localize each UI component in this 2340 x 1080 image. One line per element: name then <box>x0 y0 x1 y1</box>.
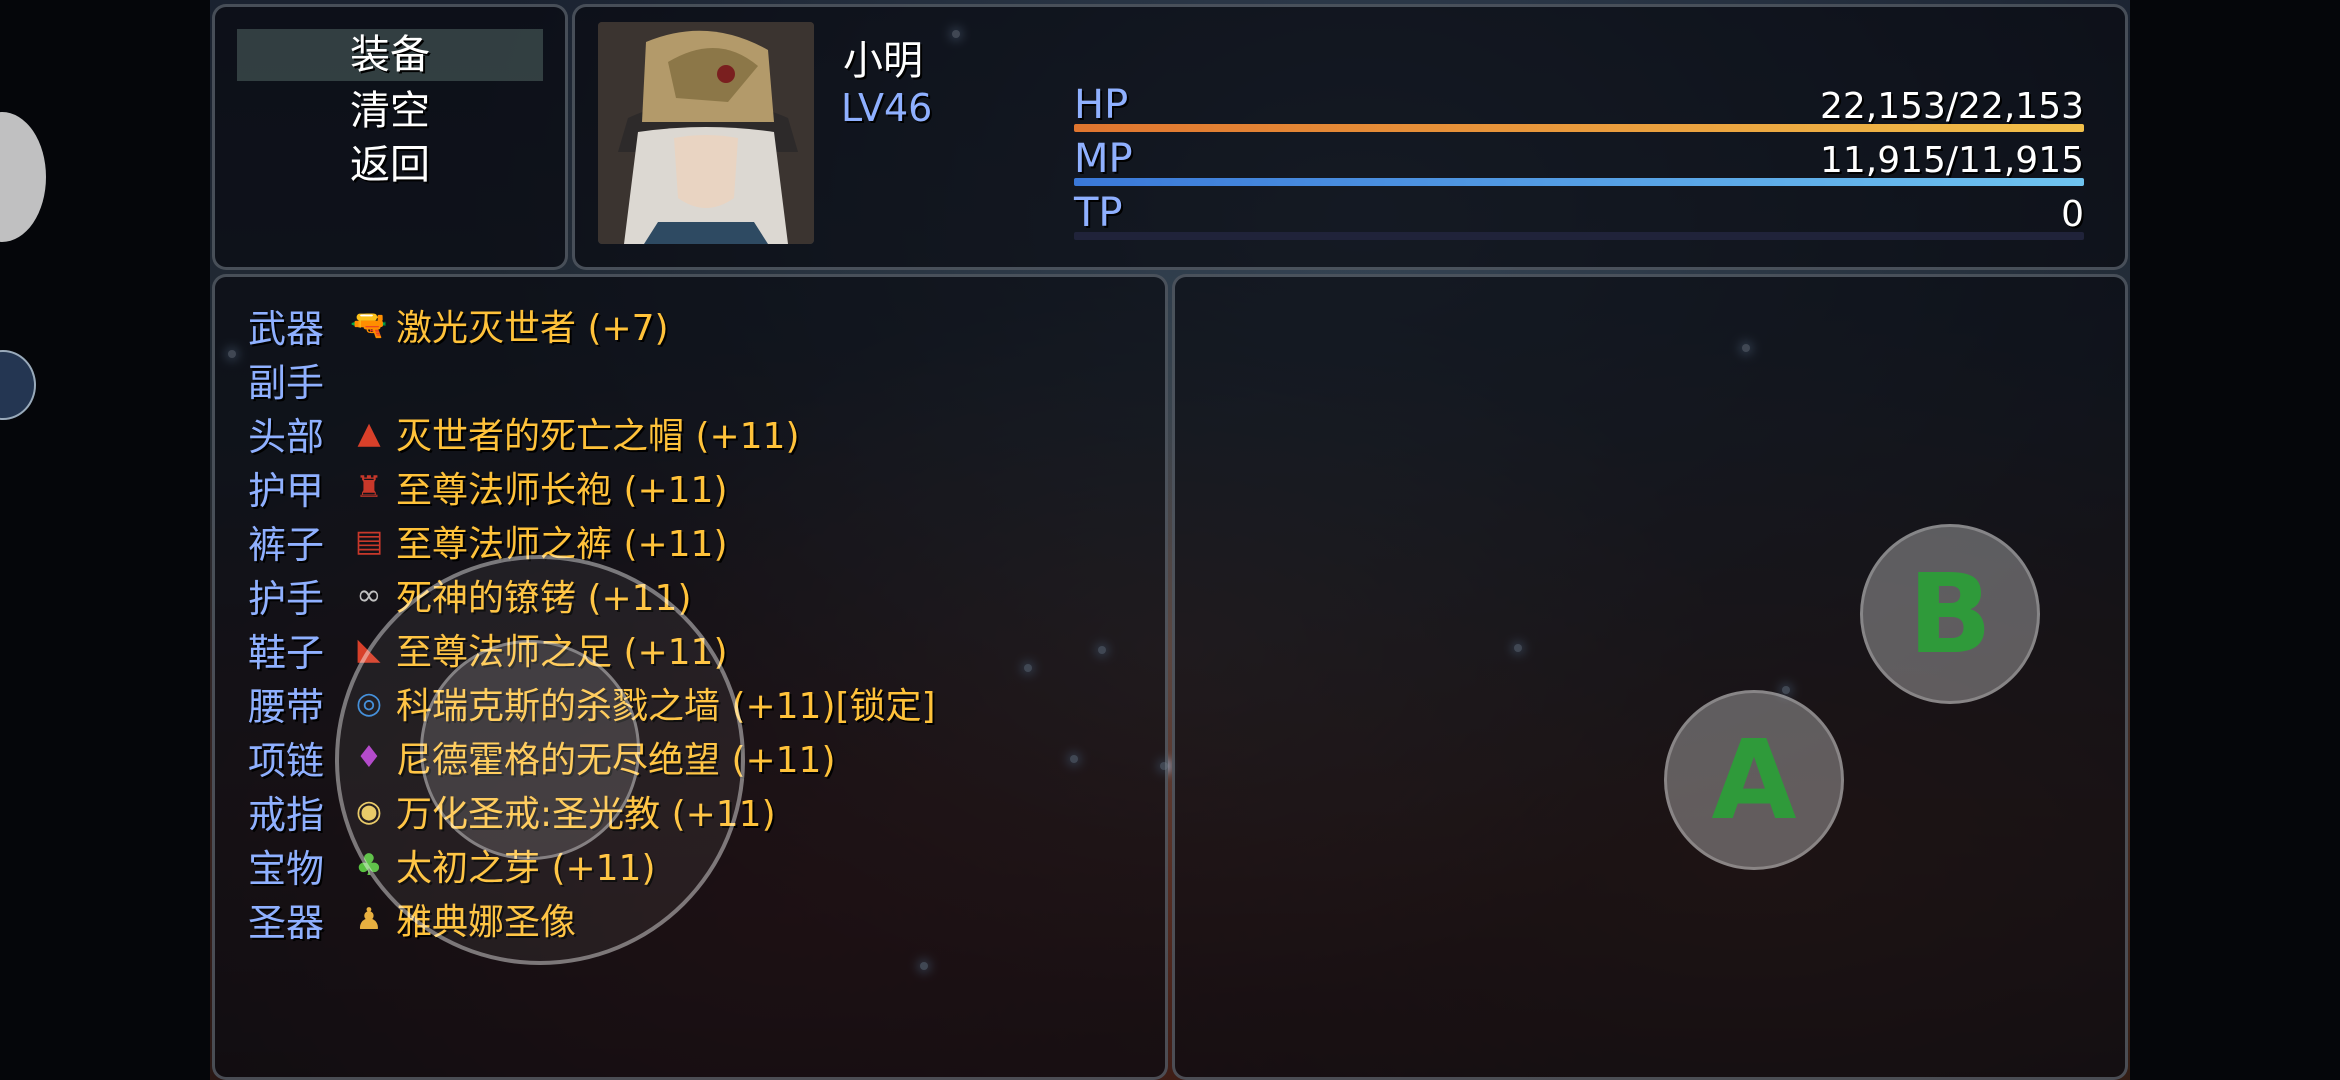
equip-slot-row[interactable]: 裤子 ▤ 至尊法师之裤 (+11) <box>248 514 728 568</box>
equip-slot-row[interactable]: 副手 <box>248 352 396 406</box>
tp-label: TP <box>1074 190 1123 236</box>
b-button[interactable]: B <box>1860 524 2040 704</box>
portrait-art <box>598 22 814 244</box>
red-hat-icon: ▲ <box>357 415 381 451</box>
equip-slot-label: 腰带 <box>248 684 325 729</box>
equip-slot-row[interactable]: 武器 🔫 激光灭世者 (+7) <box>248 298 669 352</box>
mp-gauge <box>1074 178 2084 186</box>
actor-name: 小明 <box>843 38 923 84</box>
equip-slot-label: 宝物 <box>248 846 325 891</box>
equip-slot-label: 武器 <box>248 306 325 351</box>
equip-item-name: 至尊法师长袍 (+11) <box>396 470 728 511</box>
character-portrait <box>598 22 814 244</box>
hp-value: 22,153/22,153 <box>1819 86 2084 127</box>
equip-item-name: 灭世者的死亡之帽 (+11) <box>396 416 800 457</box>
statue-icon: ♟ <box>355 901 383 937</box>
equip-slot-label: 头部 <box>248 414 325 459</box>
command-clear[interactable]: 清空 <box>215 85 565 137</box>
shackles-icon: ∞ <box>356 577 382 613</box>
equip-slot-label: 项链 <box>248 738 325 783</box>
floating-timer-badge[interactable] <box>0 350 36 420</box>
hp-label: HP <box>1074 82 1129 128</box>
equip-slot-label: 护手 <box>248 576 325 621</box>
hp-gauge-fill <box>1074 124 2084 132</box>
mp-gauge-fill <box>1074 178 2084 186</box>
equip-slot-label: 裤子 <box>248 522 325 567</box>
tp-gauge <box>1074 232 2084 240</box>
robe-icon: ♜ <box>355 469 383 505</box>
empty-slot-icon <box>348 358 390 400</box>
equip-slot-row[interactable]: 头部 ▲ 灭世者的死亡之帽 (+11) <box>248 406 800 460</box>
laser-gun-icon: 🔫 <box>350 307 388 343</box>
equip-slot-label: 鞋子 <box>248 630 325 675</box>
actor-level: LV46 <box>841 86 933 130</box>
mp-value: 11,915/11,915 <box>1819 140 2084 181</box>
pants-icon: ▤ <box>354 523 384 559</box>
mp-label: MP <box>1074 136 1133 182</box>
equip-item-name: 激光灭世者 (+7) <box>396 308 669 349</box>
command-equip[interactable]: 装备 <box>237 29 543 81</box>
joystick-knob[interactable] <box>420 640 640 860</box>
tp-value: 0 <box>2061 194 2084 235</box>
equip-slot-label: 圣器 <box>248 900 325 945</box>
command-back[interactable]: 返回 <box>215 139 565 191</box>
equip-slot-label: 护甲 <box>248 468 325 513</box>
floating-assist-button[interactable] <box>0 112 46 242</box>
command-window: 装备 清空 返回 <box>212 4 568 270</box>
equip-slot-label: 副手 <box>248 360 325 405</box>
hp-gauge <box>1074 124 2084 132</box>
equip-slot-row[interactable]: 护甲 ♜ 至尊法师长袍 (+11) <box>248 460 728 514</box>
a-button[interactable]: A <box>1664 690 1844 870</box>
equip-slot-label: 戒指 <box>248 792 325 837</box>
